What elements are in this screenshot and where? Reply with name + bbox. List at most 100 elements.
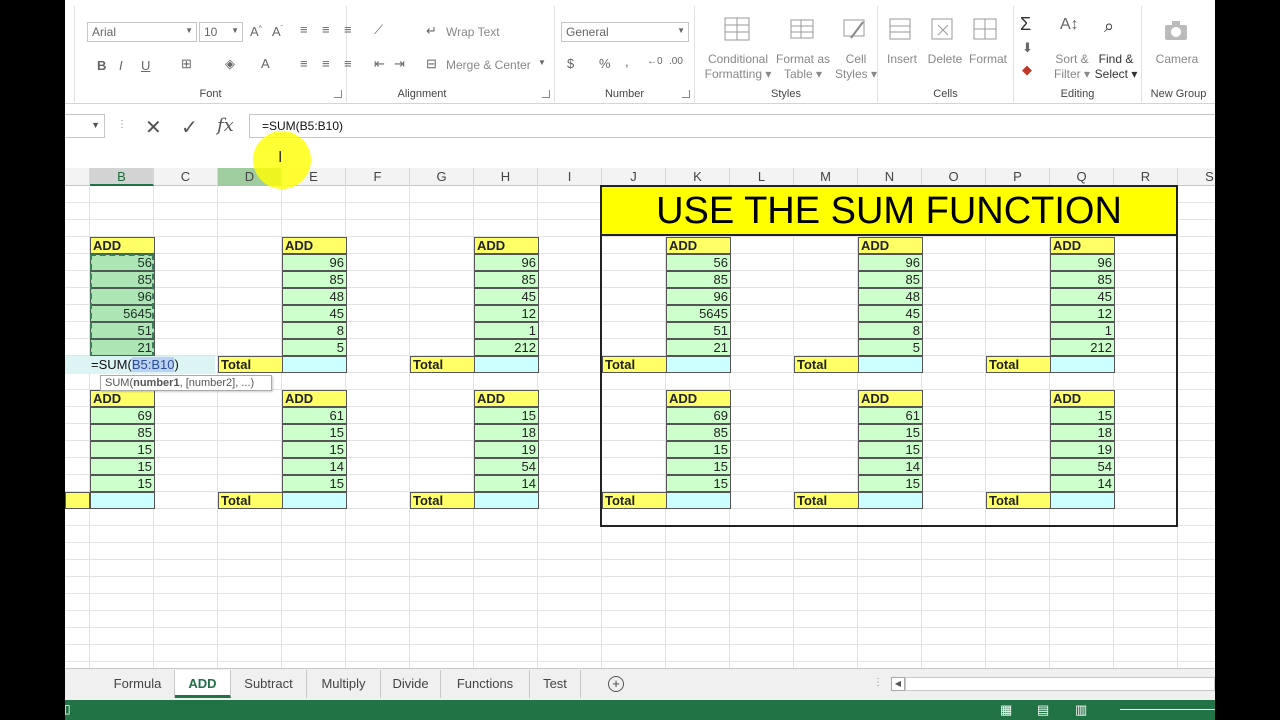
merge-center-button[interactable]: Merge & Center bbox=[446, 58, 531, 73]
increase-indent-icon[interactable]: ⇥ bbox=[394, 56, 405, 72]
value-cell[interactable]: 85 bbox=[282, 271, 347, 288]
insert-cells-icon[interactable] bbox=[888, 16, 916, 42]
cancel-icon[interactable]: ✕ bbox=[145, 115, 162, 140]
value-cell[interactable]: 5645 bbox=[666, 305, 731, 322]
font-name-combo[interactable]: Arial ▼ bbox=[87, 22, 197, 42]
column-header-l[interactable]: L bbox=[730, 168, 794, 186]
value-cell[interactable]: 85 bbox=[1050, 271, 1115, 288]
column-header-r[interactable]: R bbox=[1114, 168, 1178, 186]
cell-styles-icon[interactable] bbox=[841, 16, 869, 42]
value-cell[interactable]: 15 bbox=[282, 441, 347, 458]
total-label[interactable]: Total bbox=[794, 356, 859, 373]
horizontal-scrollbar[interactable] bbox=[905, 677, 1215, 691]
align-right-icon[interactable]: ≡ bbox=[344, 56, 352, 71]
autosum-icon[interactable]: Σ bbox=[1020, 14, 1031, 35]
conditional-formatting-icon[interactable] bbox=[723, 16, 751, 42]
value-cell[interactable]: 48 bbox=[858, 288, 923, 305]
name-box[interactable]: ▼ bbox=[65, 114, 105, 138]
value-cell[interactable]: 15 bbox=[666, 441, 731, 458]
sheet-tab-add[interactable]: ADD bbox=[175, 670, 231, 698]
format-cells-icon[interactable] bbox=[972, 16, 1000, 42]
total-label[interactable]: Total bbox=[794, 492, 859, 509]
value-cell[interactable]: 61 bbox=[858, 407, 923, 424]
sheet-tab-subtract[interactable]: Subtract bbox=[231, 670, 307, 698]
total-result-cell[interactable] bbox=[666, 492, 731, 509]
formula-input[interactable]: =SUM(B5:B10) bbox=[249, 114, 1215, 138]
column-header-s[interactable]: S bbox=[1178, 168, 1215, 186]
fill-icon[interactable]: ⬇ bbox=[1022, 40, 1033, 56]
sheet-tab-functions[interactable]: Functions bbox=[441, 670, 530, 698]
total-label[interactable]: Total bbox=[410, 492, 475, 509]
zoom-slider[interactable] bbox=[1120, 709, 1215, 710]
add-sheet-icon[interactable]: + bbox=[608, 676, 624, 692]
wrap-text-icon[interactable]: ↵ bbox=[426, 23, 437, 39]
value-cell[interactable]: 15 bbox=[858, 441, 923, 458]
page-layout-view-icon[interactable]: ▤ bbox=[1037, 702, 1049, 718]
enter-icon[interactable]: ✓ bbox=[181, 115, 198, 140]
orientation-icon[interactable]: ⟋ bbox=[374, 22, 383, 38]
add-header-n[interactable]: ADD bbox=[858, 390, 923, 407]
value-cell[interactable]: 85 bbox=[666, 424, 731, 441]
delete-button[interactable]: Delete bbox=[924, 52, 966, 67]
number-format-combo[interactable]: General ▼ bbox=[561, 22, 689, 42]
decrease-decimal-icon[interactable]: .00 bbox=[669, 56, 683, 67]
value-cell[interactable]: 212 bbox=[474, 339, 539, 356]
total-result-cell[interactable] bbox=[858, 492, 923, 509]
column-header-q[interactable]: Q bbox=[1050, 168, 1114, 186]
total-label[interactable]: Total bbox=[218, 492, 283, 509]
value-cell[interactable]: 96 bbox=[282, 254, 347, 271]
total-result-cell[interactable] bbox=[282, 356, 347, 373]
number-dialog-launcher[interactable] bbox=[682, 90, 690, 98]
italic-button[interactable]: I bbox=[119, 58, 123, 73]
cell-styles-button[interactable]: Cell Styles ▾ bbox=[833, 52, 879, 82]
value-cell[interactable]: 14 bbox=[1050, 475, 1115, 492]
insert-button[interactable]: Insert bbox=[882, 52, 922, 67]
scroll-left-icon[interactable]: ◀ bbox=[891, 677, 905, 691]
value-cell[interactable]: 14 bbox=[858, 458, 923, 475]
value-cell[interactable]: 54 bbox=[474, 458, 539, 475]
value-cell[interactable]: 12 bbox=[1050, 305, 1115, 322]
value-cell[interactable]: 15 bbox=[90, 458, 155, 475]
value-cell[interactable]: 96 bbox=[1050, 254, 1115, 271]
percent-button[interactable]: % bbox=[599, 56, 611, 71]
total-label[interactable]: Total bbox=[986, 492, 1051, 509]
add-header-b-bottom[interactable]: ADD bbox=[90, 390, 155, 407]
value-cell[interactable]: 8 bbox=[282, 322, 347, 339]
value-cell[interactable]: 15 bbox=[282, 475, 347, 492]
format-as-table-icon[interactable] bbox=[789, 16, 817, 42]
value-cell[interactable]: 45 bbox=[282, 305, 347, 322]
value-cell[interactable]: 45 bbox=[858, 305, 923, 322]
column-header-o[interactable]: O bbox=[922, 168, 986, 186]
add-header-k[interactable]: ADD bbox=[666, 237, 731, 254]
grow-font-icon[interactable]: A^ bbox=[250, 24, 262, 39]
font-color-icon[interactable]: A bbox=[261, 56, 270, 71]
add-header-q[interactable]: ADD bbox=[1050, 237, 1115, 254]
sheet-tab-formula[interactable]: Formula bbox=[101, 670, 175, 698]
value-cell[interactable]: 45 bbox=[1050, 288, 1115, 305]
value-cell[interactable]: 69 bbox=[90, 407, 155, 424]
worksheet-grid[interactable]: BCDEFGHIJKLMNOPQRS ADD 96 85 48 45 8 5 Total ADD… bbox=[65, 168, 1215, 668]
total-result-cell[interactable] bbox=[1050, 356, 1115, 373]
total-result-cell[interactable] bbox=[1050, 492, 1115, 509]
column-header-k[interactable]: K bbox=[666, 168, 730, 186]
value-cell[interactable]: 61 bbox=[282, 407, 347, 424]
total-label[interactable]: Total bbox=[986, 356, 1051, 373]
camera-button[interactable]: Camera bbox=[1142, 52, 1212, 67]
value-cell[interactable]: 85 bbox=[474, 271, 539, 288]
increase-decimal-icon[interactable]: ←0 bbox=[647, 56, 663, 67]
value-cell[interactable]: 15 bbox=[858, 424, 923, 441]
clear-icon[interactable]: ◆ bbox=[1022, 62, 1032, 78]
alignment-dialog-launcher[interactable] bbox=[542, 90, 550, 98]
value-cell[interactable]: 51 bbox=[666, 322, 731, 339]
column-header-m[interactable]: M bbox=[794, 168, 858, 186]
value-cell[interactable]: 15 bbox=[90, 441, 155, 458]
total-result-cell[interactable] bbox=[474, 492, 539, 509]
add-header-e[interactable]: ADD bbox=[282, 390, 347, 407]
add-header-e[interactable]: ADD bbox=[282, 237, 347, 254]
sort-filter-icon[interactable]: A↕ bbox=[1060, 16, 1079, 34]
sheet-tab-multiply[interactable]: Multiply bbox=[307, 670, 381, 698]
insert-function-icon[interactable]: fx bbox=[217, 115, 234, 136]
value-cell[interactable]: 85 bbox=[90, 424, 155, 441]
underline-button[interactable]: U bbox=[141, 58, 150, 73]
value-cell[interactable]: 18 bbox=[1050, 424, 1115, 441]
